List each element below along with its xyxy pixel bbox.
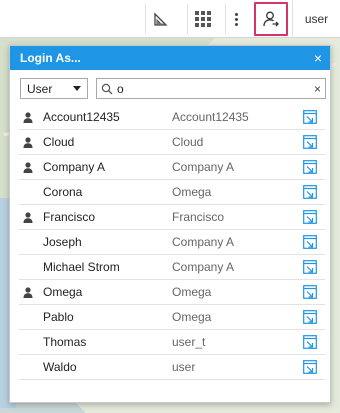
login-as-user-icon[interactable] xyxy=(303,185,317,199)
user-name: Waldo xyxy=(43,360,77,374)
user-account: Omega xyxy=(172,310,212,324)
type-select-value: User xyxy=(27,81,53,96)
user-account: Francisco xyxy=(172,210,225,224)
user-account: Omega xyxy=(172,285,212,299)
current-user-menu[interactable]: user xyxy=(292,0,340,38)
close-icon[interactable]: × xyxy=(314,51,322,65)
user-row[interactable]: Company A Company A xyxy=(19,155,325,180)
login-as-user-icon[interactable] xyxy=(303,310,317,324)
user-row[interactable]: Thomas user_t xyxy=(19,330,325,355)
user-name: Corona xyxy=(43,185,83,199)
login-as-button[interactable] xyxy=(254,2,288,36)
user-row[interactable]: Account12435 Account12435 xyxy=(19,105,325,130)
login-as-user-icon[interactable] xyxy=(303,160,317,174)
user-row[interactable]: Waldo user xyxy=(19,355,325,380)
login-as-user-icon[interactable] xyxy=(303,335,317,349)
more-button[interactable] xyxy=(225,4,247,34)
app-grid-icon xyxy=(194,11,211,27)
user-name: Francisco xyxy=(43,210,96,224)
filter-bar: User × xyxy=(10,70,330,106)
measure-button[interactable] xyxy=(145,4,175,34)
user-row[interactable]: Cloud Cloud xyxy=(19,130,325,155)
user-name: Pablo xyxy=(43,310,74,324)
chevron-down-icon xyxy=(73,86,81,91)
user-name: Company A xyxy=(43,160,106,174)
user-name: Account12435 xyxy=(43,110,120,124)
user-name: Michael Strom xyxy=(43,260,120,274)
user-account: Company A xyxy=(172,260,235,274)
person-icon xyxy=(23,137,33,148)
login-as-user-icon[interactable] xyxy=(303,110,317,124)
login-as-user-icon[interactable] xyxy=(303,135,317,149)
user-list: Account12435 Account12435 Cloud Cloud Compan… xyxy=(19,105,325,380)
person-icon xyxy=(23,212,33,223)
user-name: Thomas xyxy=(43,335,87,349)
user-name: Joseph xyxy=(43,235,82,249)
user-account: Omega xyxy=(172,185,212,199)
clear-search-icon[interactable]: × xyxy=(314,82,321,96)
top-toolbar: user xyxy=(0,0,340,38)
user-row[interactable]: Omega Omega xyxy=(19,280,325,305)
search-input[interactable] xyxy=(113,81,303,96)
measure-icon xyxy=(153,12,168,26)
user-account: Account12435 xyxy=(172,110,249,124)
user-account: user xyxy=(172,360,196,374)
person-icon xyxy=(23,112,33,123)
dialog-title: Login As... xyxy=(20,51,81,65)
login-as-user-icon[interactable] xyxy=(303,260,317,274)
user-account: Cloud xyxy=(172,135,204,149)
search-box[interactable]: × xyxy=(96,78,326,99)
user-row[interactable]: Corona Omega xyxy=(19,180,325,205)
login-as-user-icon[interactable] xyxy=(303,235,317,249)
user-account: Company A xyxy=(172,160,235,174)
login-as-user-icon[interactable] xyxy=(303,285,317,299)
user-row[interactable]: Michael Strom Company A xyxy=(19,255,325,280)
type-select[interactable]: User xyxy=(20,78,88,99)
search-icon xyxy=(101,83,113,94)
user-name: Cloud xyxy=(43,135,75,149)
person-icon xyxy=(23,162,33,173)
user-name: Omega xyxy=(43,285,83,299)
user-account: Company A xyxy=(172,235,235,249)
dialog-header: Login As... × xyxy=(10,46,330,70)
login-as-icon xyxy=(263,11,279,27)
apps-button[interactable] xyxy=(187,4,217,34)
user-account: user_t xyxy=(172,335,206,349)
more-vertical-icon xyxy=(235,12,238,26)
user-row[interactable]: Francisco Francisco xyxy=(19,205,325,230)
login-as-user-icon[interactable] xyxy=(303,210,317,224)
login-as-user-icon[interactable] xyxy=(303,360,317,374)
person-icon xyxy=(23,287,33,298)
user-row[interactable]: Joseph Company A xyxy=(19,230,325,255)
user-row[interactable]: Pablo Omega xyxy=(19,305,325,330)
